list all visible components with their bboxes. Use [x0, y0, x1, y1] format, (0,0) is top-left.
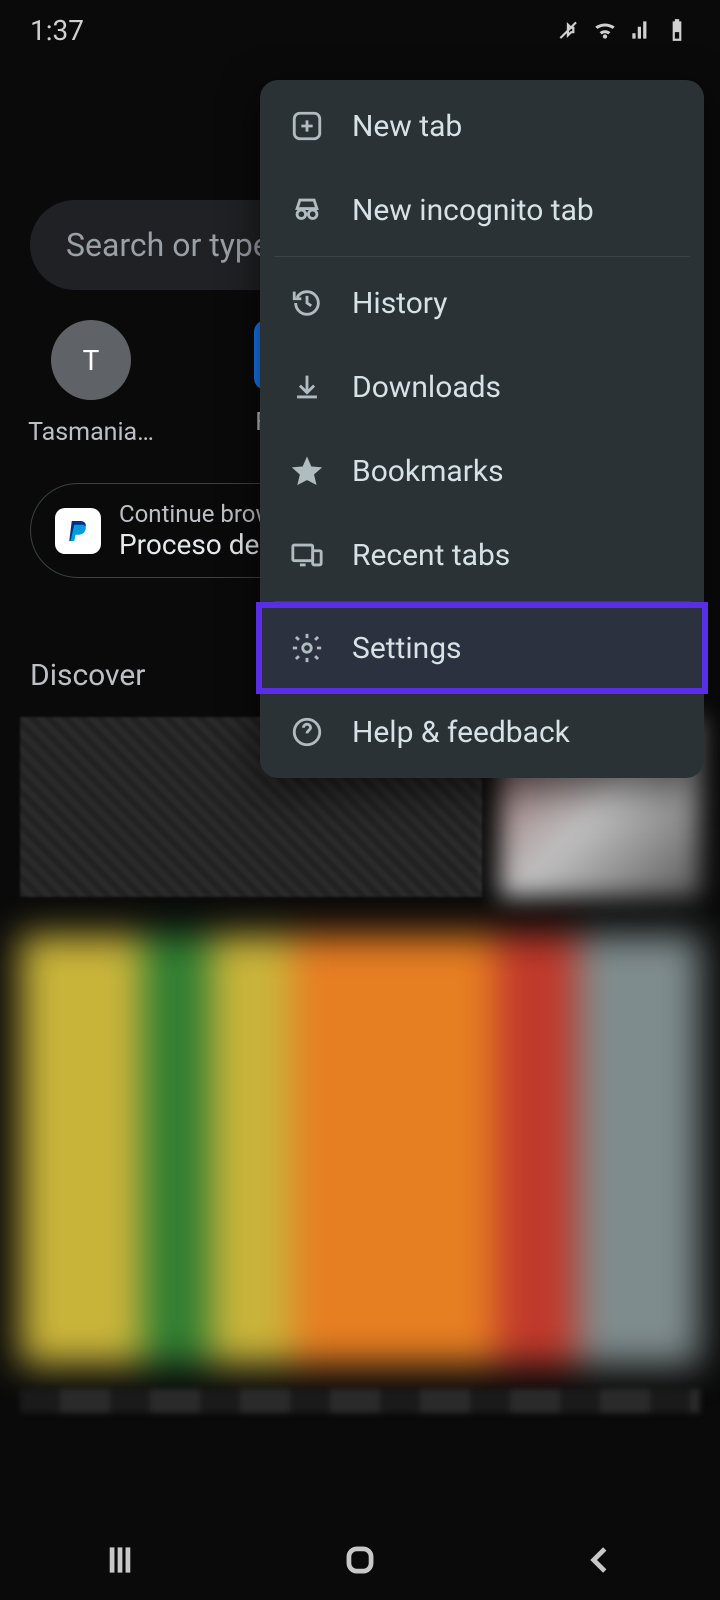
menu-label: New tab [352, 109, 462, 144]
search-placeholder: Search or type [66, 226, 270, 264]
back-icon[interactable] [581, 1541, 619, 1579]
menu-help[interactable]: Help & feedback [260, 690, 704, 774]
gear-icon [290, 631, 324, 665]
overflow-menu: New tab New incognito tab History Downlo… [260, 80, 704, 778]
status-icons [556, 17, 690, 43]
paypal-icon [55, 508, 101, 554]
menu-bookmarks[interactable]: Bookmarks [260, 429, 704, 513]
plus-square-icon [290, 109, 324, 143]
recents-icon[interactable] [101, 1541, 139, 1579]
home-icon[interactable] [341, 1541, 379, 1579]
menu-new-incognito[interactable]: New incognito tab [260, 168, 704, 252]
star-icon [290, 454, 324, 488]
menu-label: Recent tabs [352, 538, 510, 573]
menu-label: History [352, 286, 447, 321]
wifi-icon [592, 17, 618, 43]
devices-icon [290, 538, 324, 572]
discover-image-redacted[interactable] [20, 935, 700, 1365]
signal-icon [628, 17, 654, 43]
redacted-strip [20, 1389, 700, 1413]
menu-label: Downloads [352, 370, 501, 405]
menu-history[interactable]: History [260, 261, 704, 345]
shortcut-avatar: T [51, 320, 131, 400]
android-status-bar: 1:37 [0, 0, 720, 60]
android-nav-bar [0, 1520, 720, 1600]
history-icon [290, 286, 324, 320]
download-icon [290, 370, 324, 404]
mute-icon [556, 17, 582, 43]
battery-icon [664, 17, 690, 43]
shortcut-tile[interactable]: T Tasmania… [26, 320, 156, 447]
continue-title: Proceso de [119, 528, 259, 561]
incognito-icon [290, 193, 324, 227]
menu-label: Help & feedback [352, 715, 570, 750]
menu-separator [274, 256, 690, 257]
shortcut-label: Tasmania… [28, 418, 154, 447]
status-time: 1:37 [30, 14, 84, 47]
help-icon [290, 715, 324, 749]
menu-separator [274, 601, 690, 602]
menu-settings[interactable]: Settings [260, 606, 704, 690]
menu-new-tab[interactable]: New tab [260, 84, 704, 168]
menu-downloads[interactable]: Downloads [260, 345, 704, 429]
continue-hint: Continue brow [119, 500, 274, 528]
menu-recent-tabs[interactable]: Recent tabs [260, 513, 704, 597]
menu-label: Settings [352, 631, 462, 666]
menu-label: New incognito tab [352, 193, 594, 228]
menu-label: Bookmarks [352, 454, 504, 489]
